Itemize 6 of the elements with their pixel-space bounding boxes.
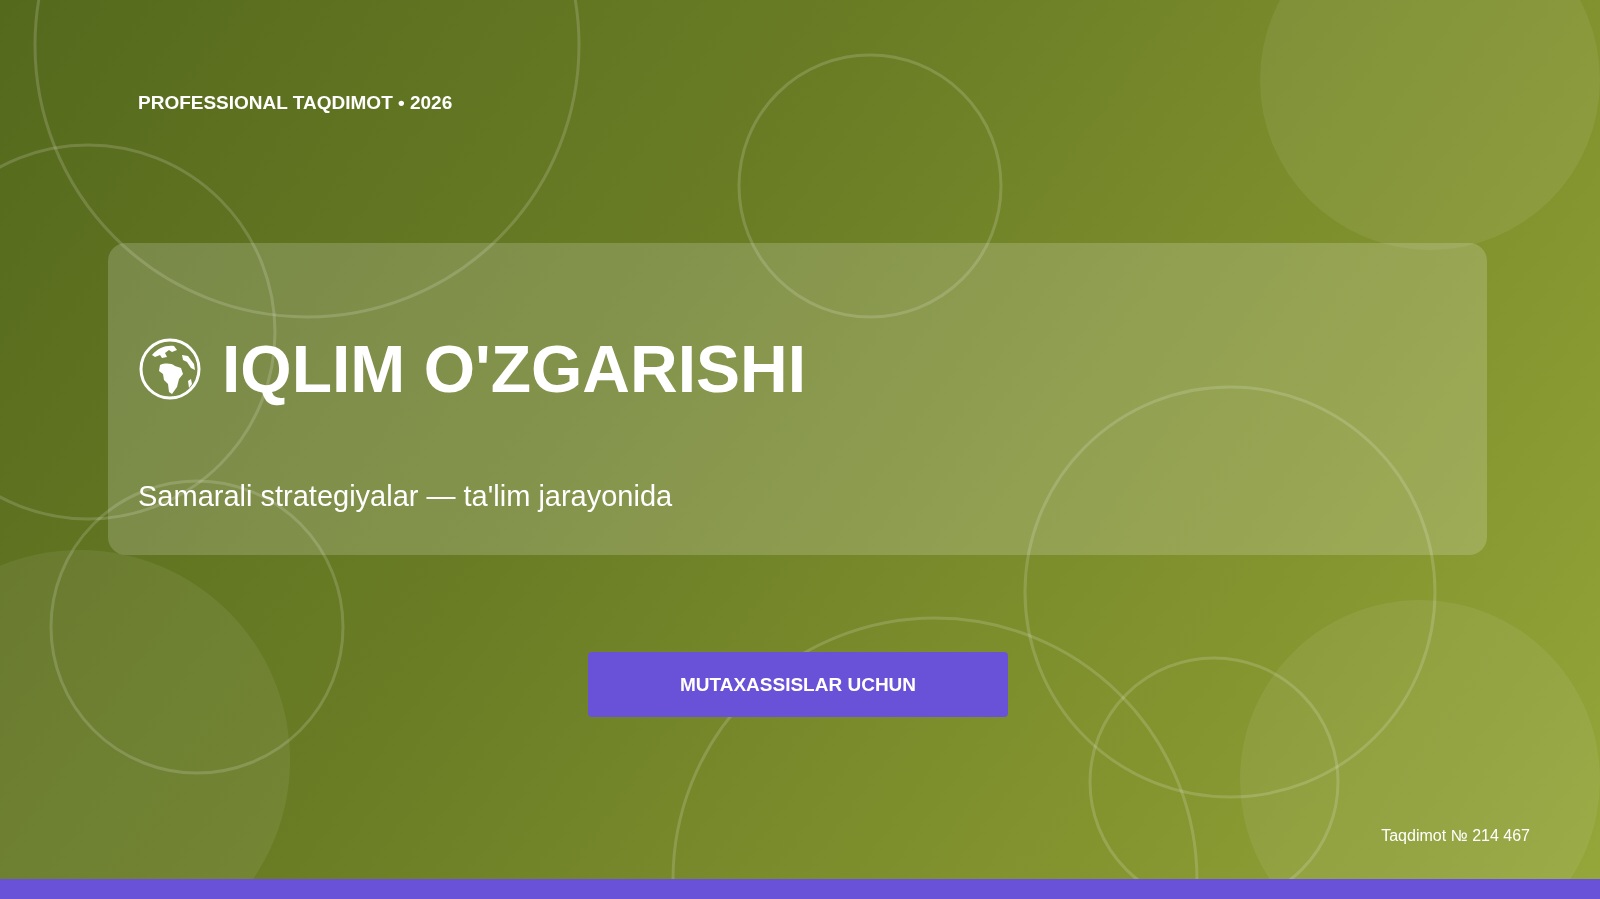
slide-title: IQLIM O'ZGARISHI xyxy=(222,331,806,407)
globe-icon xyxy=(138,337,202,401)
eyebrow-text: PROFESSIONAL TAQDIMOT • 2026 xyxy=(138,91,454,115)
audience-button[interactable]: MUTAXASSISLAR UCHUN xyxy=(588,652,1008,717)
subtitle-text: Samarali strategiyalar — ta'lim jarayonida xyxy=(138,479,674,513)
presentation-number: Taqdimot № 214 467 xyxy=(1381,826,1530,846)
